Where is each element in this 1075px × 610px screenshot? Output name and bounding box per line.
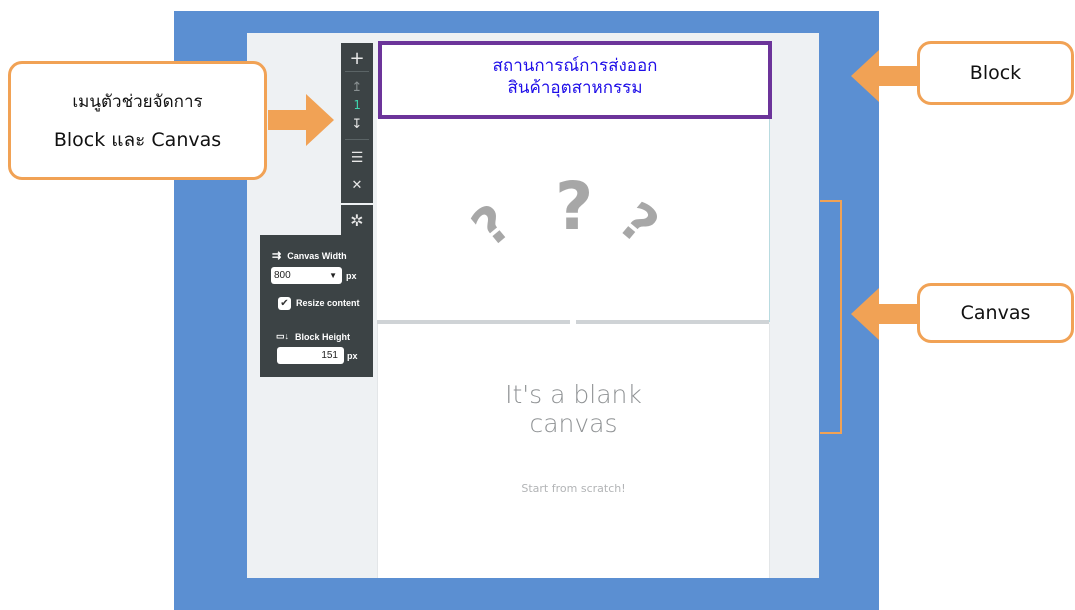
block-height-input[interactable]: 151 [277,347,344,364]
canvas-width-label: Canvas Width [287,250,347,261]
block-area[interactable]: ? ? ? [377,118,770,322]
resize-content-label: Resize content [296,298,360,308]
delete-block-button[interactable]: ✕ [341,174,373,196]
canvas-bracket [820,200,842,434]
arrow-down-icon: ↧ [351,116,363,132]
block-height-label: Block Height [295,331,351,342]
block-height-unit: px [347,351,358,361]
arrow-left-icon [851,50,917,102]
question-mark-left: ? [461,193,523,259]
block-index-number: 1 [353,98,361,112]
close-icon: ✕ [351,177,363,193]
stack-button[interactable]: ☰ [341,147,373,169]
block-callout: Block [917,41,1074,105]
canvas-width-select[interactable]: 800 ▼ [271,267,342,284]
canvas-title: It's a blank canvas [377,380,770,438]
settings-panel: ⇉ Canvas Width 800 ▼ px ✔ Resize content… [260,235,373,377]
canvas-width-row: ⇉ Canvas Width [272,249,347,262]
canvas-width-value: 800 [274,270,291,281]
arrow-up-icon: ↥ [351,79,363,95]
canvas-width-unit: px [346,271,357,281]
canvas-title-line2: canvas [529,409,618,438]
arrow-right-icon [268,94,334,146]
toolbar-divider [345,71,369,72]
gear-icon: ✲ [350,210,364,230]
canvas-title-line1: It's a blank [505,380,642,409]
block-title-box[interactable]: สถานการณ์การส่งออก สินค้าอุตสาหกรรม [378,41,772,119]
title-line2: สินค้าอุตสาหกรรม [507,78,643,98]
block-height-value: 151 [321,350,338,361]
title-line1: สถานการณ์การส่งออก [492,56,658,76]
chevron-down-icon: ▼ [329,271,337,280]
move-down-button[interactable]: ↧ [341,113,373,135]
plus-icon: + [349,47,365,69]
canvas-callout: Canvas [917,283,1074,343]
arrow-left-icon [851,288,917,340]
question-mark-right: ? [607,191,669,257]
settings-button[interactable]: ✲ [341,205,373,235]
menu-callout-line2: Block และ Canvas [53,128,222,151]
width-icon: ⇉ [272,250,282,262]
menu-helper-callout: เมนูตัวช่วยจัดการ Block และ Canvas [8,61,267,180]
check-icon: ✔ [280,298,289,309]
stack-icon: ☰ [350,150,364,166]
block-toolbar: + ↥ 1 ↧ ☰ ✕ [341,43,373,203]
blank-canvas[interactable] [377,324,770,578]
height-icon: ▭↓ [276,331,290,341]
canvas-subtitle: Start from scratch! [521,482,626,495]
block-height-row: ▭↓ Block Height [276,331,350,342]
resize-content-checkbox[interactable]: ✔ [278,297,291,310]
add-block-button[interactable]: + [341,47,373,69]
question-mark-center: ? [555,168,594,245]
menu-callout-line1: เมนูตัวช่วยจัดการ [72,91,203,112]
toolbar-divider [345,139,369,140]
